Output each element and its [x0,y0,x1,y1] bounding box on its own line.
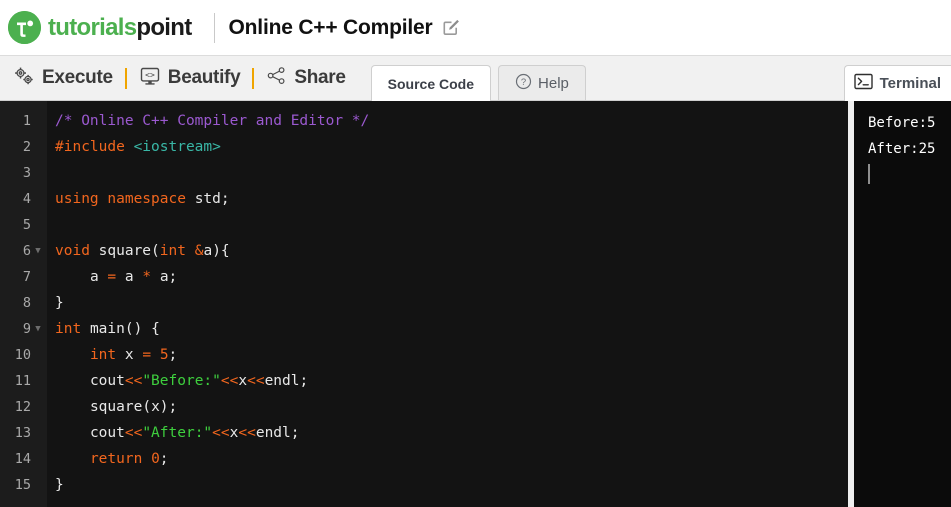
online-cpp-compiler-app: tutorialspoint Online C++ Compiler Execu… [0,0,951,507]
share-button[interactable]: Share [257,56,354,100]
code-text-area[interactable]: /* Online C++ Compiler and Editor */ #inc… [47,101,848,507]
code-line: a = a * a; [89,269,178,285]
line-number: 8▼ [22,295,31,311]
code-line: cout<<"Before:"<<x<<endl; [89,373,309,389]
line-number: 14▼ [14,451,31,467]
code-line: int x = 5; [89,347,178,363]
toolbar-separator-2 [252,67,255,89]
tab-terminal[interactable]: Terminal [843,65,951,101]
execute-label: Execute [42,67,113,88]
terminal-prompt-icon [853,73,873,94]
gears-icon [13,66,35,91]
code-fold-arrow-icon[interactable]: ▼ [33,246,43,256]
tab-terminal-label: Terminal [879,75,941,92]
code-editor[interactable]: 1▼ 2▼ 3▼ 4▼ 5▼ 6▼ 7▼ 8▼ 9▼ 10▼ 11▼ 12▼ 13▼ 14▼ 15▼ /* … [0,101,848,507]
editor-tabs: Source Code ? Help [370,56,586,101]
brand-text-primary: tutorials [48,13,137,41]
page-title: Online C++ Compiler [228,15,433,39]
workspace: 1▼ 2▼ 3▼ 4▼ 5▼ 6▼ 7▼ 8▼ 9▼ 10▼ 11▼ 12▼ 13▼ 14▼ 15▼ /* … [0,101,951,507]
code-line: } [55,295,64,311]
line-number: 2▼ [22,139,31,155]
beautify-button[interactable]: <> Beautify [130,56,250,100]
brand-logo[interactable]: tutorialspoint [8,11,192,44]
svg-text:?: ? [521,77,526,88]
toolbar-actions: Execute <> Beautify Share [0,56,361,100]
line-number: 3▼ [22,165,31,181]
line-number: 15▼ [14,477,31,493]
page-header: tutorialspoint Online C++ Compiler [0,0,951,55]
code-line: /* Online C++ Compiler and Editor */ [55,113,370,129]
tab-help[interactable]: ? Help [498,65,586,100]
code-line: } [55,477,64,493]
terminal-line: After:25 [868,141,936,157]
tutorialspoint-logo-icon [8,11,41,44]
code-line: cout<<"After:"<<x<<endl; [89,425,300,441]
line-number: 12▼ [14,399,31,415]
brand-wordmark: tutorialspoint [48,14,192,42]
code-line: square(x); [89,399,178,415]
terminal-cursor [868,164,870,184]
code-line: return 0; [89,451,169,467]
code-line: void square(int &a){ [55,243,230,259]
beautify-label: Beautify [167,67,241,88]
code-line: using namespace std; [55,191,230,207]
tab-help-label: Help [538,74,569,92]
header-divider [213,12,215,43]
toolbar-separator-1 [124,67,127,89]
code-fold-arrow-icon[interactable]: ▼ [33,324,43,334]
tab-source-code-label: Source Code [387,75,475,92]
terminal-output[interactable]: Before:5 After:25 [854,101,951,507]
svg-text:<>: <> [145,70,155,79]
line-number: 5▼ [22,217,31,233]
share-label: Share [294,67,346,88]
share-nodes-icon [266,66,287,90]
line-number: 10▼ [14,347,31,363]
terminal-line: Before:5 [868,115,936,131]
terminal-tab-container: Terminal [843,56,951,101]
brand-text-secondary: point [136,13,192,41]
code-line: int main() { [55,321,160,337]
line-number: 6 ▼ [0,238,47,264]
line-number: 7▼ [22,269,31,285]
monitor-code-icon: <> [139,66,161,91]
line-number: 9 ▼ [0,316,47,342]
line-number: 4▼ [22,191,31,207]
editor-toolbar: Execute <> Beautify Share Source Code ? … [0,55,951,101]
code-line: #include <iostream> [55,139,221,155]
edit-pencil-icon[interactable] [441,18,461,38]
tab-source-code[interactable]: Source Code [370,65,492,101]
line-number: 1▼ [22,113,31,129]
line-number: 13▼ [14,425,31,441]
question-circle-icon: ? [515,73,532,94]
line-number: 11▼ [14,373,31,389]
line-number-gutter[interactable]: 1▼ 2▼ 3▼ 4▼ 5▼ 6▼ 7▼ 8▼ 9▼ 10▼ 11▼ 12▼ 13▼ 14▼ 15▼ [0,101,47,507]
execute-button[interactable]: Execute [4,56,122,100]
